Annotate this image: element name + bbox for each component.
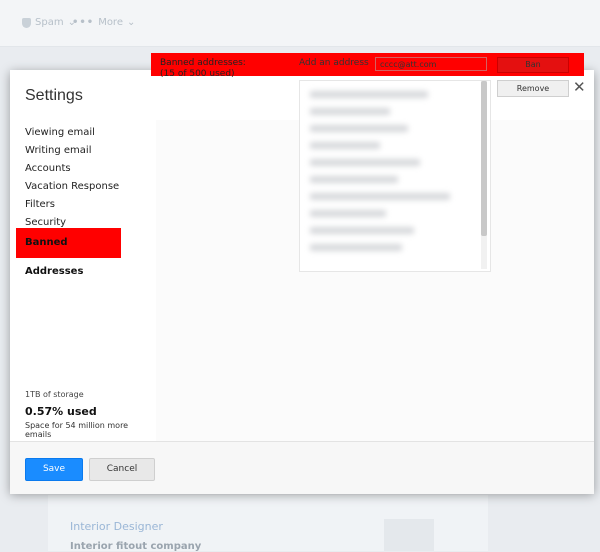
ban-button[interactable]: Ban	[497, 57, 569, 73]
background-card-subtitle: Interior fitout company	[70, 541, 202, 552]
background-card-thumb	[384, 519, 434, 551]
blurred-address[interactable]	[310, 176, 398, 183]
more-label: More	[98, 17, 123, 28]
settings-nav: Viewing email Writing email Accounts Vac…	[16, 127, 121, 277]
dialog-title: Settings	[25, 87, 83, 104]
background-card: Interior Designer Interior fitout compan…	[48, 495, 488, 552]
nav-item-viewing-email[interactable]: Viewing email	[25, 127, 121, 145]
add-address-label: Add an address	[299, 58, 369, 68]
storage-capacity: 1TB of storage	[25, 390, 84, 399]
cancel-button[interactable]: Cancel	[89, 458, 155, 481]
more-dots-icon: •••	[72, 17, 95, 28]
nav-item-filters[interactable]: Filters	[25, 199, 121, 217]
shield-icon	[22, 17, 31, 28]
storage-info: 1TB of storage 0.57% used Space for 54 m…	[25, 390, 156, 439]
close-icon[interactable]: ✕	[573, 78, 586, 96]
blurred-address[interactable]	[310, 193, 450, 200]
nav-item-banned-addresses[interactable]: Banned Addresses	[16, 228, 121, 277]
remove-button[interactable]: Remove	[497, 80, 569, 97]
chevron-down-icon: ⌄	[126, 17, 136, 28]
background-card-title: Interior Designer	[70, 520, 163, 533]
address-input[interactable]	[375, 57, 487, 71]
blurred-address[interactable]	[310, 244, 402, 251]
banned-title: Banned addresses:	[160, 58, 246, 68]
banned-addresses-label: Banned addresses: (15 of 500 used)	[160, 58, 246, 80]
blurred-address[interactable]	[310, 227, 414, 234]
blurred-address[interactable]	[310, 91, 428, 98]
blurred-address[interactable]	[310, 210, 386, 217]
storage-space: Space for 54 million more emails	[25, 421, 129, 439]
nav-item-accounts[interactable]: Accounts	[25, 163, 121, 181]
background-toolbar: Spam ⌄ ••• More ⌄	[0, 0, 600, 47]
save-button[interactable]: Save	[25, 458, 83, 481]
settings-sidebar: Viewing email Writing email Accounts Vac…	[10, 120, 157, 441]
storage-used: 0.57% used	[25, 405, 97, 418]
nav-item-vacation-response[interactable]: Vacation Response	[25, 181, 121, 199]
blurred-address[interactable]	[310, 159, 420, 166]
banned-count: (15 of 500 used)	[160, 69, 235, 79]
spam-menu[interactable]: Spam ⌄	[22, 17, 76, 28]
spam-label: Spam	[35, 17, 64, 28]
nav-item-writing-email[interactable]: Writing email	[25, 145, 121, 163]
list-scrollbar-thumb[interactable]	[481, 81, 487, 236]
more-menu[interactable]: ••• More ⌄	[72, 17, 135, 28]
blurred-address[interactable]	[310, 125, 408, 132]
blurred-address[interactable]	[310, 108, 390, 115]
banned-address-list[interactable]	[299, 80, 491, 272]
blurred-address[interactable]	[310, 142, 380, 149]
